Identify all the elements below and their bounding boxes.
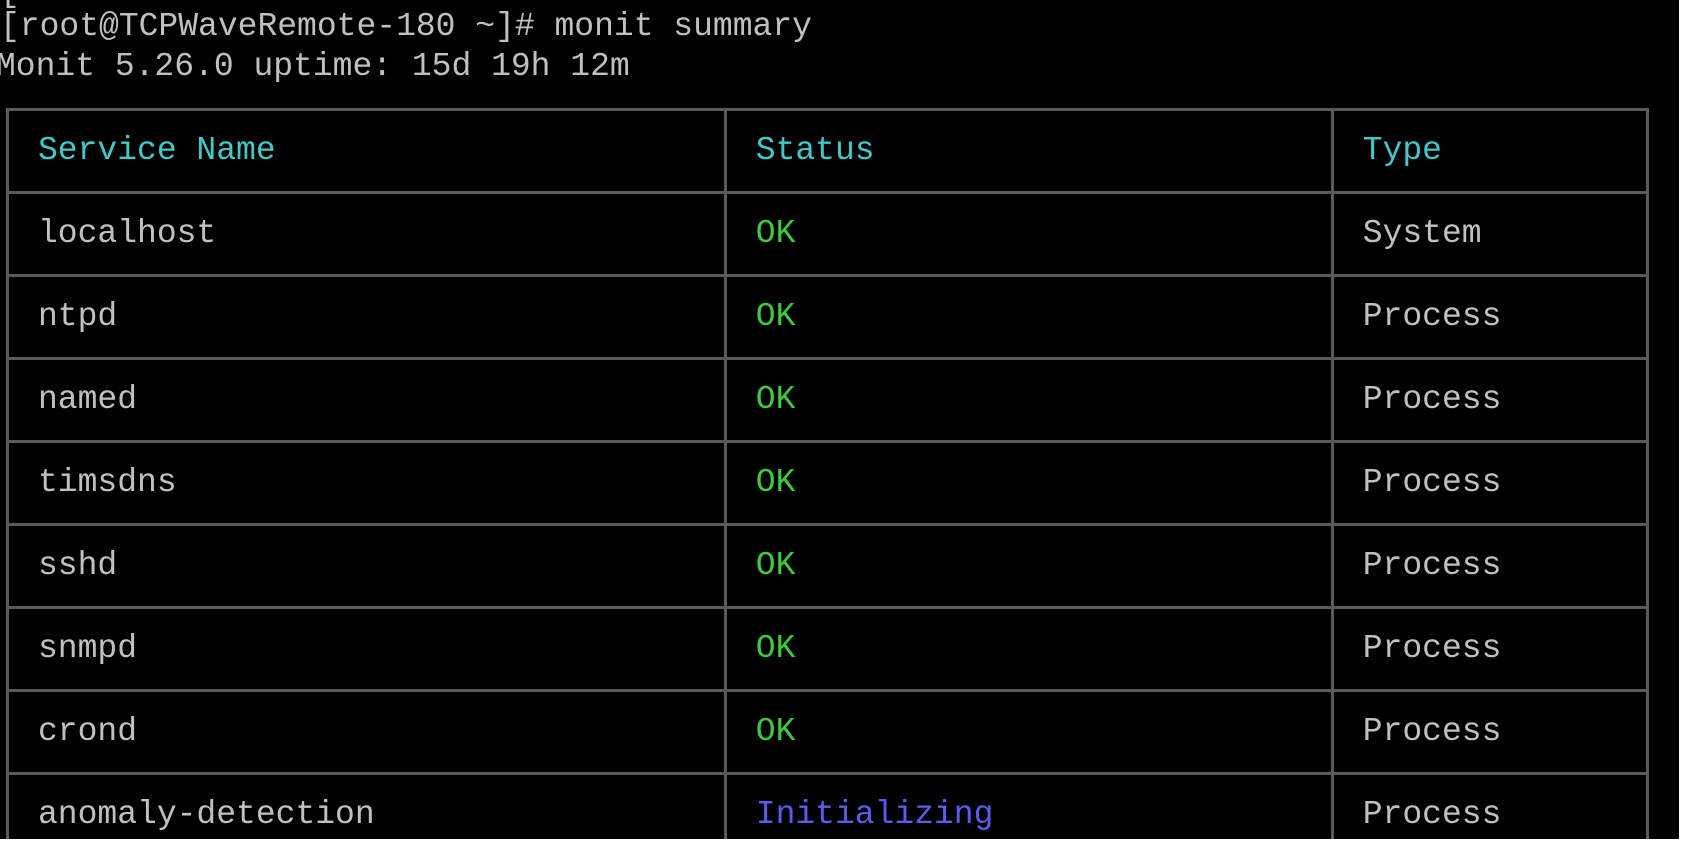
- table-row: timsdns OK Process: [6, 440, 1650, 526]
- terminal-window[interactable]: [ [root@TCPWaveRemote-180 ~]# monit summ…: [0, 0, 1689, 847]
- type-cell: Process: [1330, 274, 1650, 360]
- type-cell: Process: [1330, 523, 1650, 609]
- table-row: sshd OK Process: [6, 523, 1650, 609]
- table-row: named OK Process: [6, 357, 1650, 443]
- window-edge-right: [1679, 0, 1689, 847]
- status-cell: OK: [723, 440, 1334, 526]
- status-cell: OK: [723, 523, 1334, 609]
- type-cell: Process: [1330, 606, 1650, 692]
- service-name-cell: localhost: [6, 191, 727, 277]
- header-status: Status: [723, 108, 1334, 194]
- status-cell: OK: [723, 606, 1334, 692]
- status-cell: OK: [723, 689, 1334, 775]
- table-row: anomaly-detection Initializing Process: [6, 772, 1650, 847]
- previous-output-line: [: [0, 0, 79, 11]
- service-name-cell: ntpd: [6, 274, 727, 360]
- status-cell: OK: [723, 357, 1334, 443]
- table-row: ntpd OK Process: [6, 274, 1650, 360]
- type-cell: System: [1330, 191, 1650, 277]
- service-name-cell: snmpd: [6, 606, 727, 692]
- service-name-cell: sshd: [6, 523, 727, 609]
- command-prompt-line: [root@TCPWaveRemote-180 ~]# monit summar…: [0, 8, 812, 45]
- table-row: snmpd OK Process: [6, 606, 1650, 692]
- status-cell: OK: [723, 191, 1334, 277]
- type-cell: Process: [1330, 772, 1650, 847]
- status-cell: Initializing: [723, 772, 1334, 847]
- service-name-cell: named: [6, 357, 727, 443]
- service-name-cell: crond: [6, 689, 727, 775]
- table-row: localhost OK System: [6, 191, 1650, 277]
- service-name-cell: anomaly-detection: [6, 772, 727, 847]
- monit-uptime-line: Monit 5.26.0 uptime: 15d 19h 12m: [0, 48, 630, 85]
- header-type: Type: [1330, 108, 1650, 194]
- table-header-row: Service Name Status Type: [6, 108, 1650, 194]
- type-cell: Process: [1330, 357, 1650, 443]
- header-service-name: Service Name: [6, 108, 727, 194]
- status-cell: OK: [723, 274, 1334, 360]
- monit-summary-table: Service Name Status Type localhost OK Sy…: [6, 108, 1650, 847]
- table-row: crond OK Process: [6, 689, 1650, 775]
- service-name-cell: timsdns: [6, 440, 727, 526]
- type-cell: Process: [1330, 689, 1650, 775]
- window-edge-bottom: [0, 839, 1689, 847]
- type-cell: Process: [1330, 440, 1650, 526]
